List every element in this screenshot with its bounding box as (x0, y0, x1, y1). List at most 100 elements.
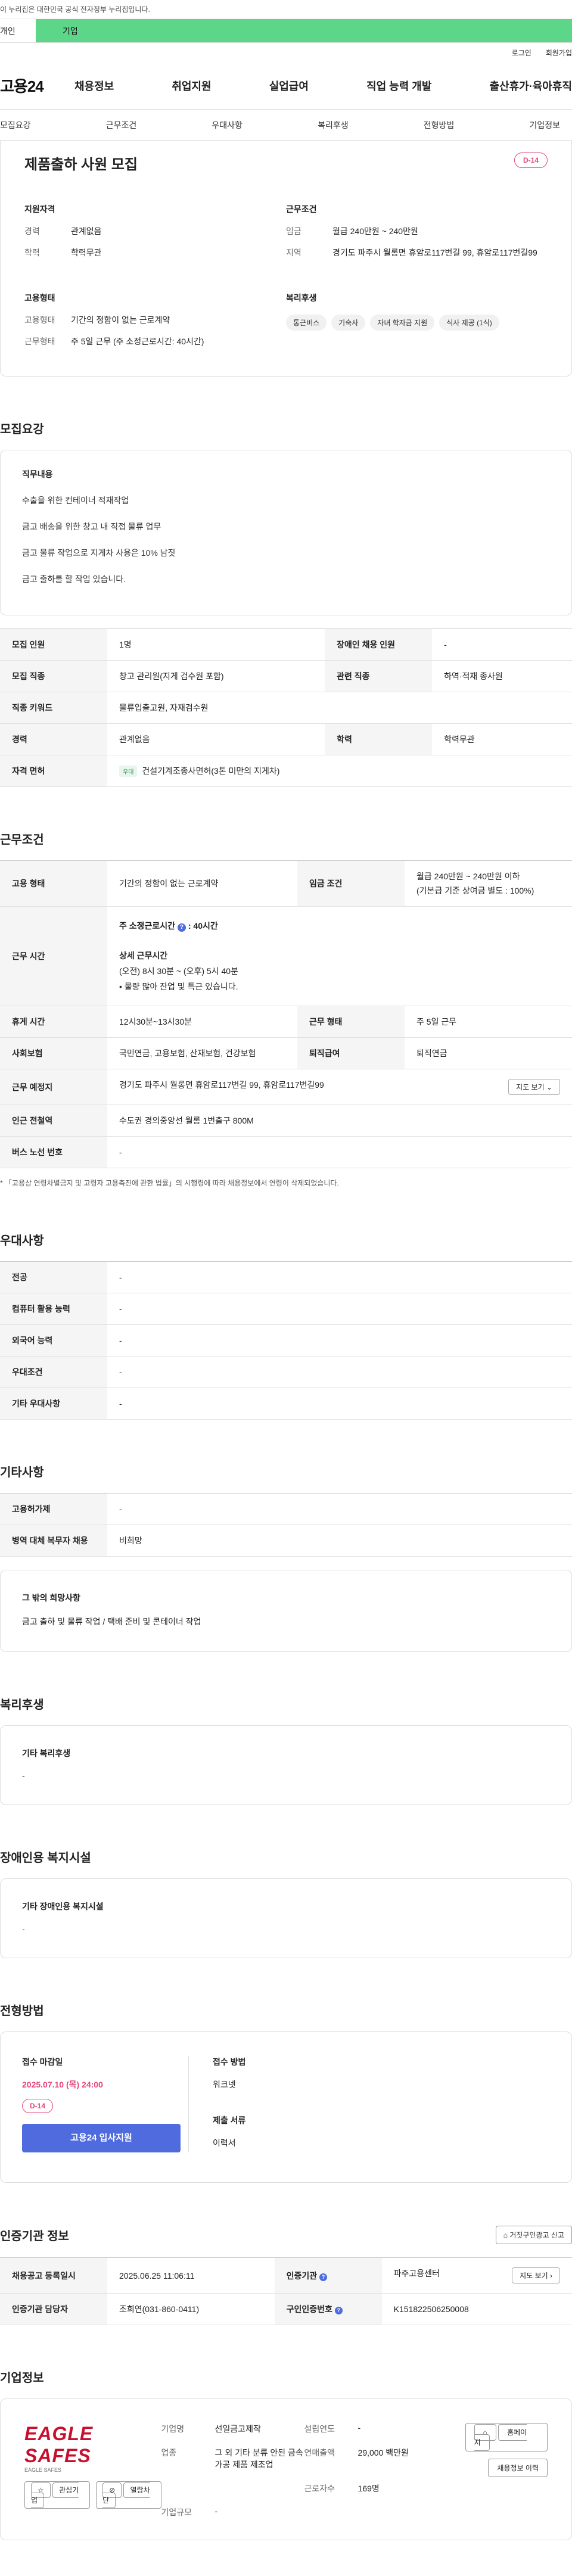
qual-val: 관계없음 (71, 226, 102, 236)
wage-range: 월급 240만원 ~ 240만원 이하 (416, 872, 520, 882)
cell-val: 우대 건설기계조종사면허(3톤 미만의 지게차) (107, 755, 572, 788)
deadline-heading: 접수 마감일 (22, 2057, 63, 2067)
apply-button[interactable]: 고용24 입사지원 (22, 2124, 181, 2153)
site-tabbar: 개인 기업 (0, 19, 572, 43)
welfare-heading: 복리후생 (286, 293, 317, 303)
cell-val: 파주고용센터 지도 보기 › (381, 2257, 572, 2294)
gnb-item-training[interactable]: 직업 능력 개발 (366, 78, 431, 94)
cell-head: 인근 전철역 (0, 1105, 107, 1137)
map-button[interactable]: 지도 보기 ⌄ (508, 1079, 560, 1096)
cell-head: 경력 (0, 723, 107, 756)
method-value: 워크넷 (213, 2080, 236, 2090)
cell-val: - (107, 1387, 572, 1420)
age-note: * 「고용상 연령차별금지 및 고령자 고용촉진에 관한 법률」의 시행령에 따… (0, 1179, 339, 1188)
cell-val: 기간의 정함이 없는 근로계약 (107, 860, 298, 907)
weekly-hours-line: 주 소정근로시간 ? : 40시간 (119, 921, 218, 932)
pref-badge: 우대 (119, 766, 138, 777)
welfare-chip: 통근버스 (286, 315, 327, 331)
login-link[interactable]: 로그인 (512, 48, 531, 58)
welfare-chip: 자녀 학자금 지원 (370, 315, 435, 331)
cond-val: 월급 240만원 ~ 240만원 (332, 226, 418, 236)
report-label: 거짓구인광고 신고 (509, 2231, 564, 2240)
gnb-item-employment[interactable]: 취업지원 (172, 78, 211, 94)
biz-key: 업종 (161, 2448, 177, 2458)
duty-card: 직무내용 수출을 위한 컨테이너 적재작업 금고 배송을 위한 창고 내 직접 … (0, 450, 572, 616)
scale-key: 기업규모 (161, 2507, 192, 2518)
cell-head: 인증기관 ? (274, 2257, 382, 2294)
cell-val: - (107, 1261, 572, 1294)
other-wish-text: 금고 출하 및 물류 작업 / 택배 준비 및 콘테이너 작업 (22, 1617, 201, 1627)
info-icon[interactable]: ? (334, 2307, 343, 2315)
work-place: 경기도 파주시 월롱면 휴암로117번길 99, 휴암로117번길99 (119, 1080, 324, 1090)
welfare-sub-heading: 기타 복리후생 (22, 1749, 71, 1759)
join-link[interactable]: 회원가입 (546, 48, 572, 58)
cell-val: 국민연금, 고용보험, 산재보험, 건강보험 (107, 1037, 298, 1070)
cell-head: 전공 (0, 1261, 107, 1294)
auth-head-label: 인증기관 (286, 2270, 318, 2281)
subnav-pref[interactable]: 우대사항 (212, 119, 243, 131)
gnb-item-leave[interactable]: 출산휴가·육아휴직 (490, 78, 572, 94)
etc-section-title: 기타사항 (0, 1466, 44, 1480)
work-section-title: 근무조건 (0, 833, 44, 847)
hours-detail: (오전) 8시 30분 ~ (오후) 5시 40분 (119, 966, 238, 976)
apply-card: 접수 마감일 2025.07.10 (목) 24:00 D-14 고용24 입사… (0, 2031, 572, 2183)
qualification-block: 지원자격 경력 관계없음 학력 학력무관 (24, 203, 286, 268)
subnav-recruit[interactable]: 모집요강 (0, 119, 31, 131)
cell-val: 학력무관 (432, 723, 572, 756)
block-button[interactable]: ⊘ 열람차단 (96, 2481, 161, 2509)
cell-val: 주 소정근로시간 ? : 40시간 상세 근무시간 (오전) 8시 30분 ~ … (107, 906, 572, 1007)
cell-head: 버스 노선 번호 (0, 1136, 107, 1169)
cell-head: 모집 인원 (0, 629, 107, 661)
company-card: EAGLE SAFES EAGLE SAFES ☆ 관심기업 ⊘ 열람차단 기업… (0, 2398, 572, 2541)
name-key: 기업명 (161, 2424, 185, 2434)
qual-heading: 지원자격 (24, 204, 55, 214)
report-button[interactable]: ⌂ 거짓구인광고 신고 (495, 2226, 572, 2245)
cell-val: - (107, 1493, 572, 1526)
table-row: 인증기관 담당자 조희연(031-860-0411) 구인인증번호 ? K151… (0, 2293, 572, 2326)
cell-head: 인증기관 담당자 (0, 2293, 107, 2326)
duty-heading: 직무내용 (22, 469, 53, 480)
tab-corporate[interactable]: 기업 (36, 19, 572, 42)
welfare-card: 기타 복리후생 - (0, 1725, 572, 1806)
cell-val: 수도권 경의중앙선 월롱 1번출구 800M (107, 1105, 572, 1137)
gnb-item-jobs[interactable]: 채용정보 (74, 78, 114, 94)
cell-val: 퇴직연금 (405, 1037, 572, 1070)
subnav-company[interactable]: 기업정보 (529, 119, 560, 131)
cell-val: 창고 관리원(지게 검수원 포함) (107, 660, 325, 693)
fav-company-button[interactable]: ☆ 관심기업 (24, 2481, 91, 2509)
cell-val: 2025.06.25 11:06:11 (107, 2257, 275, 2294)
cell-val: - (107, 1356, 572, 1389)
dday-badge: D-14 (22, 2099, 54, 2114)
agency-map-button[interactable]: 지도 보기 › (512, 2267, 560, 2284)
company-info-grid: 기업명 선일금고제작 설립연도 - 업종 그 외 기타 분류 안된 금속 가공 … (161, 2423, 465, 2518)
subnav-welfare[interactable]: 복리후생 (318, 119, 349, 131)
welfare-chip: 식사 제공 (1식) (439, 315, 499, 331)
job-summary-card: 제품출하 사원 모집 D-14 지원자격 경력 관계없음 학력 학력무관 근무조건 … (0, 141, 572, 377)
disabled-card: 기타 장애인용 복지시설 - (0, 1878, 572, 1959)
id-head-label: 구인인증번호 (286, 2304, 332, 2314)
cell-head: 근무 예정지 (0, 1069, 107, 1106)
site-logo[interactable]: 고용24 (0, 74, 74, 97)
homepage-button[interactable]: ⌂ 홈페이지 (465, 2423, 548, 2452)
wage-note: (기본급 기준 상여금 별도 : 100%) (416, 886, 534, 896)
cell-head: 퇴직급여 (297, 1037, 405, 1070)
gnb-item-unemployment[interactable]: 실업급여 (269, 78, 309, 94)
info-icon[interactable]: ? (177, 923, 186, 932)
cell-head: 모집 직종 (0, 660, 107, 693)
subnav-apply[interactable]: 전형방법 (424, 119, 455, 131)
info-icon[interactable]: ? (319, 2273, 328, 2281)
since-val: - (358, 2423, 361, 2433)
disabled-section-title: 장애인용 복지시설 (0, 1852, 91, 1865)
welfare-chip: 기숙사 (331, 315, 366, 331)
cell-head: 고용 형태 (0, 860, 107, 907)
subnav-work[interactable]: 근무조건 (106, 119, 137, 131)
job-history-button[interactable]: 채용정보 이력 (488, 2459, 548, 2478)
table-row: 기타 우대사항 - (0, 1387, 572, 1420)
pref-section-title: 우대사항 (0, 1234, 44, 1248)
recruit-table: 모집 인원 1명 장애인 채용 인원 - 모집 직종 창고 관리원(지게 검수원… (0, 629, 572, 788)
tab-individual[interactable]: 개인 (0, 19, 36, 42)
cell-head: 외국어 능력 (0, 1324, 107, 1357)
sales-val: 29,000 백만원 (358, 2448, 409, 2458)
table-row: 인근 전철역 수도권 경의중앙선 월롱 1번출구 800M (0, 1105, 572, 1137)
cell-head: 우대조건 (0, 1356, 107, 1389)
